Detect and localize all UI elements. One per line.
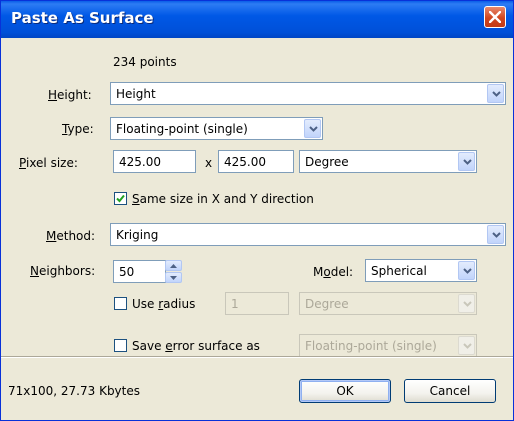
paste-as-surface-dialog: Paste As Surface 234 points Height: Heig…: [0, 0, 514, 421]
radius-input: 1: [225, 292, 289, 315]
same-size-label[interactable]: Same size in X and Y direction: [132, 191, 314, 207]
pixel-size-label: Pixel size:: [19, 156, 78, 170]
method-dropdown-button[interactable]: [487, 225, 504, 244]
pixel-size-unit-value: Degree: [305, 155, 349, 169]
type-value: Floating-point (single): [116, 122, 248, 136]
ok-button[interactable]: OK: [299, 379, 391, 403]
model-label: Model:: [313, 265, 354, 279]
pixel-size-x-value: 425.00: [119, 155, 161, 169]
radius-value: 1: [231, 297, 239, 311]
status-text: 71x100, 27.73 Kbytes: [8, 384, 140, 398]
footer-separator: [1, 356, 513, 358]
spin-down-icon: [170, 276, 177, 280]
save-error-type-select: Floating-point (single): [299, 334, 477, 357]
height-dropdown-button[interactable]: [487, 84, 504, 103]
height-label: Height:: [48, 88, 92, 102]
method-value: Kriging: [116, 228, 159, 242]
neighbors-label: Neighbors:: [30, 264, 96, 278]
height-label-rest: eight:: [57, 88, 92, 102]
chevron-down-icon: [463, 159, 472, 165]
chevron-down-icon: [492, 232, 501, 238]
save-error-type-dropdown-button: [458, 336, 475, 355]
model-select[interactable]: Spherical: [365, 259, 477, 282]
type-select[interactable]: Floating-point (single): [110, 117, 323, 140]
type-label: Type:: [62, 122, 94, 136]
spin-up-icon: [170, 264, 177, 268]
pixel-size-y-value: 425.00: [224, 155, 266, 169]
chevron-down-icon: [309, 126, 318, 132]
window-title: Paste As Surface: [11, 9, 154, 27]
use-radius-label[interactable]: Use radius: [132, 296, 195, 312]
radius-unit-select: Degree: [299, 292, 477, 315]
close-button[interactable]: [484, 6, 506, 28]
save-error-label[interactable]: Save error surface as: [132, 338, 260, 354]
cancel-button[interactable]: Cancel: [404, 379, 496, 403]
chevron-down-icon: [463, 343, 472, 349]
chevron-down-icon: [492, 91, 501, 97]
save-error-checkbox[interactable]: [114, 339, 127, 352]
same-size-checkbox[interactable]: [114, 192, 127, 205]
neighbors-value: 50: [119, 265, 135, 279]
model-dropdown-button[interactable]: [458, 261, 475, 280]
spin-up-button[interactable]: [165, 260, 182, 271]
points-count: 234 points: [113, 55, 177, 69]
radius-unit-dropdown-button: [458, 294, 475, 313]
pixel-size-unit-dropdown-button[interactable]: [458, 152, 475, 171]
height-value: Height: [116, 87, 156, 101]
title-bar[interactable]: Paste As Surface: [1, 1, 513, 38]
use-radius-checkbox[interactable]: [114, 297, 127, 310]
neighbors-spinner[interactable]: [165, 260, 182, 283]
checkmark-icon: [116, 194, 125, 203]
method-select[interactable]: Kriging: [110, 223, 506, 246]
save-error-type-value: Floating-point (single): [305, 339, 437, 353]
spin-down-button[interactable]: [165, 272, 182, 283]
type-dropdown-button[interactable]: [304, 119, 321, 138]
chevron-down-icon: [463, 301, 472, 307]
pixel-size-y-input[interactable]: 425.00: [218, 150, 294, 173]
method-label: Method:: [46, 229, 96, 243]
chevron-down-icon: [463, 268, 472, 274]
height-select[interactable]: Height: [110, 82, 506, 105]
neighbors-input[interactable]: 50: [113, 260, 166, 283]
radius-unit-value: Degree: [305, 297, 349, 311]
model-value: Spherical: [371, 264, 427, 278]
close-icon: [489, 11, 501, 23]
pixel-size-x-input[interactable]: 425.00: [113, 150, 196, 173]
pixel-size-separator: x: [205, 156, 213, 170]
pixel-size-unit-select[interactable]: Degree: [299, 150, 477, 173]
